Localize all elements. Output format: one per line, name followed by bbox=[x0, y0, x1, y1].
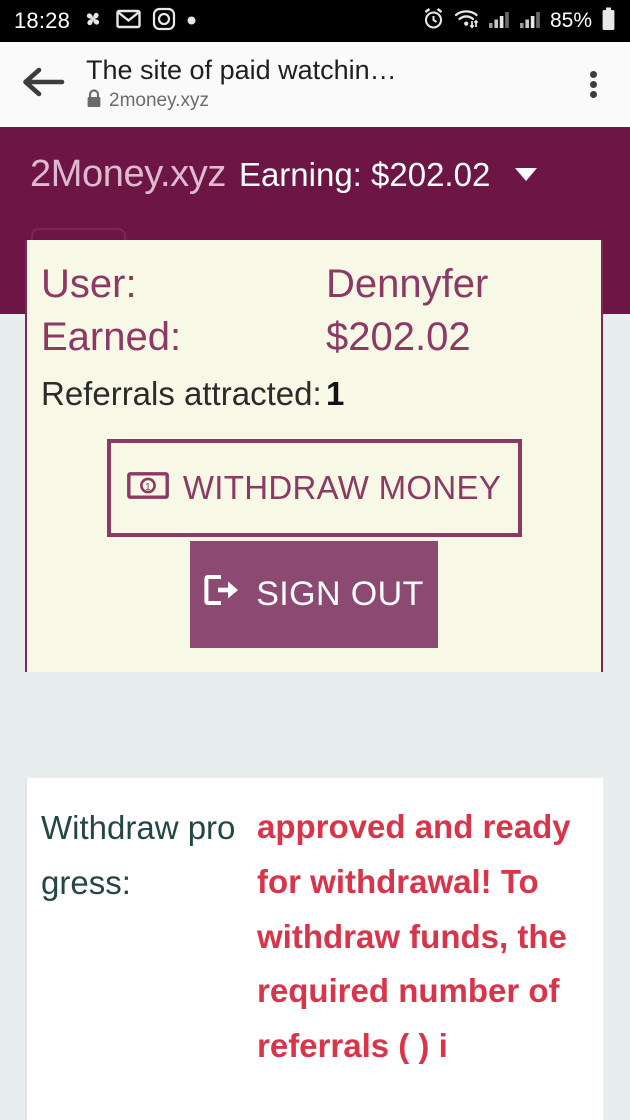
sign-out-icon bbox=[204, 574, 240, 615]
earned-value: $202.02 bbox=[326, 315, 471, 360]
lock-icon bbox=[86, 89, 102, 113]
status-bar-clock: 18:28 bbox=[14, 8, 71, 33]
banknote-icon: 1 bbox=[126, 469, 169, 507]
instagram-icon bbox=[152, 7, 176, 36]
overflow-menu-button[interactable] bbox=[556, 42, 630, 127]
withdraw-progress-value: approved and ready for withdrawal! To wi… bbox=[257, 808, 571, 1065]
card-bottom-spacer bbox=[27, 648, 601, 672]
withdraw-progress-section: Withdraw progress: approved and ready fo… bbox=[25, 778, 603, 1120]
user-row: User: Dennyfer bbox=[27, 258, 601, 311]
overflow-menu-icon bbox=[589, 68, 597, 101]
battery-icon bbox=[601, 7, 616, 36]
signal-icon bbox=[519, 9, 541, 34]
back-arrow-icon bbox=[21, 64, 65, 105]
address-block[interactable]: The site of paid watchin… 2money.xyz bbox=[86, 56, 556, 113]
url-row: 2money.xyz bbox=[86, 89, 550, 113]
user-label: User: bbox=[41, 262, 137, 306]
back-button[interactable] bbox=[0, 42, 86, 127]
mail-icon bbox=[116, 8, 141, 35]
status-bar-left-group: 18:28 bbox=[14, 7, 196, 36]
sign-out-button[interactable]: SIGN OUT bbox=[190, 540, 438, 648]
dot-icon bbox=[187, 12, 196, 30]
referrals-value: 1 bbox=[326, 375, 345, 413]
withdraw-money-button[interactable]: 1 WITHDRAW MONEY bbox=[106, 438, 522, 537]
android-status-bar: 18:28 85% bbox=[0, 0, 630, 42]
svg-text:1: 1 bbox=[145, 482, 151, 493]
pinwheel-icon bbox=[81, 7, 105, 36]
page-title: The site of paid watchin… bbox=[86, 55, 397, 85]
wifi-icon bbox=[454, 8, 479, 35]
chevron-down-icon[interactable] bbox=[515, 168, 538, 181]
referrals-label: Referrals attracted: bbox=[41, 375, 322, 413]
url-text: 2money.xyz bbox=[109, 90, 209, 112]
referrals-row: Referrals attracted: 1 bbox=[27, 372, 601, 417]
battery-percent-label: 85% bbox=[549, 9, 592, 32]
earning-summary: Earning: $202.02 bbox=[238, 156, 491, 193]
site-brand[interactable]: 2Money.xyz bbox=[30, 153, 226, 196]
signal-icon bbox=[488, 9, 510, 34]
earned-row: Earned: $202.02 bbox=[27, 311, 601, 364]
withdraw-money-label: WITHDRAW MONEY bbox=[182, 468, 502, 506]
withdraw-progress-label: Withdraw progress: bbox=[41, 809, 236, 902]
phone-screen: 18:28 85% The site of paid watchin… 2mon… bbox=[0, 0, 630, 1120]
sign-out-label: SIGN OUT bbox=[256, 574, 424, 613]
browser-toolbar: The site of paid watchin… 2money.xyz bbox=[0, 42, 630, 127]
user-value: Dennyfer bbox=[326, 262, 489, 306]
status-bar-right-group: 85% bbox=[422, 7, 616, 36]
brand-row: 2Money.xyz Earning: $202.02 bbox=[30, 153, 610, 196]
earned-label: Earned: bbox=[41, 315, 182, 360]
account-card: User: Dennyfer Earned: $202.02 Referrals… bbox=[25, 240, 603, 672]
card-actions: 1 WITHDRAW MONEY SIGN OUT bbox=[27, 417, 601, 648]
alarm-icon bbox=[422, 7, 445, 35]
